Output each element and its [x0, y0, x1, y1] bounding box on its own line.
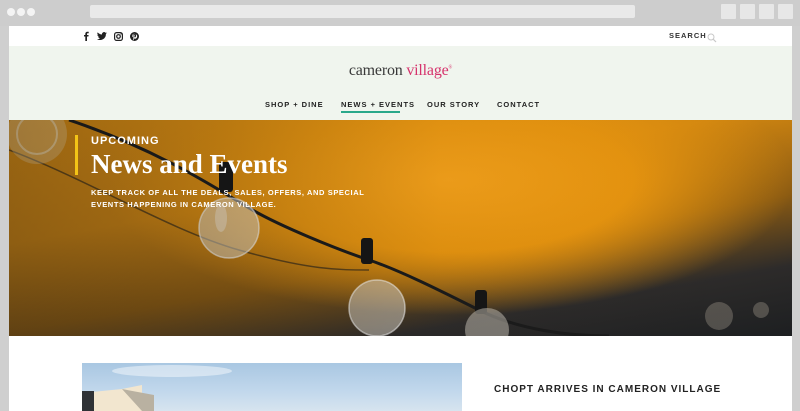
site-header: cameron village® SHOP + DINE NEWS + EVEN…	[9, 46, 792, 120]
window-dot-icon	[17, 8, 25, 16]
nav-item-contact[interactable]: CONTACT	[497, 100, 540, 109]
site-logo[interactable]: cameron village®	[9, 62, 792, 80]
nav-item-our-story[interactable]: OUR STORY	[427, 100, 480, 109]
logo-text-village: village	[406, 62, 449, 79]
browser-button[interactable]	[721, 4, 736, 19]
logo-registered-mark: ®	[448, 65, 453, 71]
hero-description: KEEP TRACK OF ALL THE DEALS, SALES, OFFE…	[91, 188, 365, 209]
article-title[interactable]: CHOPT ARRIVES IN CAMERON VILLAGE	[494, 384, 721, 395]
browser-button[interactable]	[778, 4, 793, 19]
web-page: SEARCH cameron village® SHOP + DINE NEWS…	[9, 26, 792, 411]
twitter-icon[interactable]	[97, 30, 107, 42]
browser-chrome	[0, 0, 800, 26]
hero-title: News and Events	[91, 149, 288, 179]
address-bar[interactable]	[90, 5, 635, 18]
window-dot-icon	[27, 8, 35, 16]
article-image[interactable]	[82, 363, 462, 411]
nav-item-news-events[interactable]: NEWS + EVENTS	[341, 100, 415, 109]
pinterest-icon[interactable]	[130, 30, 139, 42]
window-dot-icon	[7, 8, 15, 16]
browser-button[interactable]	[759, 4, 774, 19]
instagram-icon[interactable]	[114, 30, 123, 42]
nav-active-indicator	[341, 111, 400, 113]
utility-bar: SEARCH	[9, 26, 792, 46]
hero-accent-bar	[75, 135, 78, 175]
hero-kicker: UPCOMING	[91, 135, 160, 147]
logo-text-cameron: cameron	[348, 62, 403, 79]
browser-button[interactable]	[740, 4, 755, 19]
nav-item-shop-dine[interactable]: SHOP + DINE	[265, 100, 324, 109]
facebook-icon[interactable]	[82, 30, 90, 42]
search-label[interactable]: SEARCH	[669, 31, 707, 40]
building-image	[82, 365, 232, 411]
